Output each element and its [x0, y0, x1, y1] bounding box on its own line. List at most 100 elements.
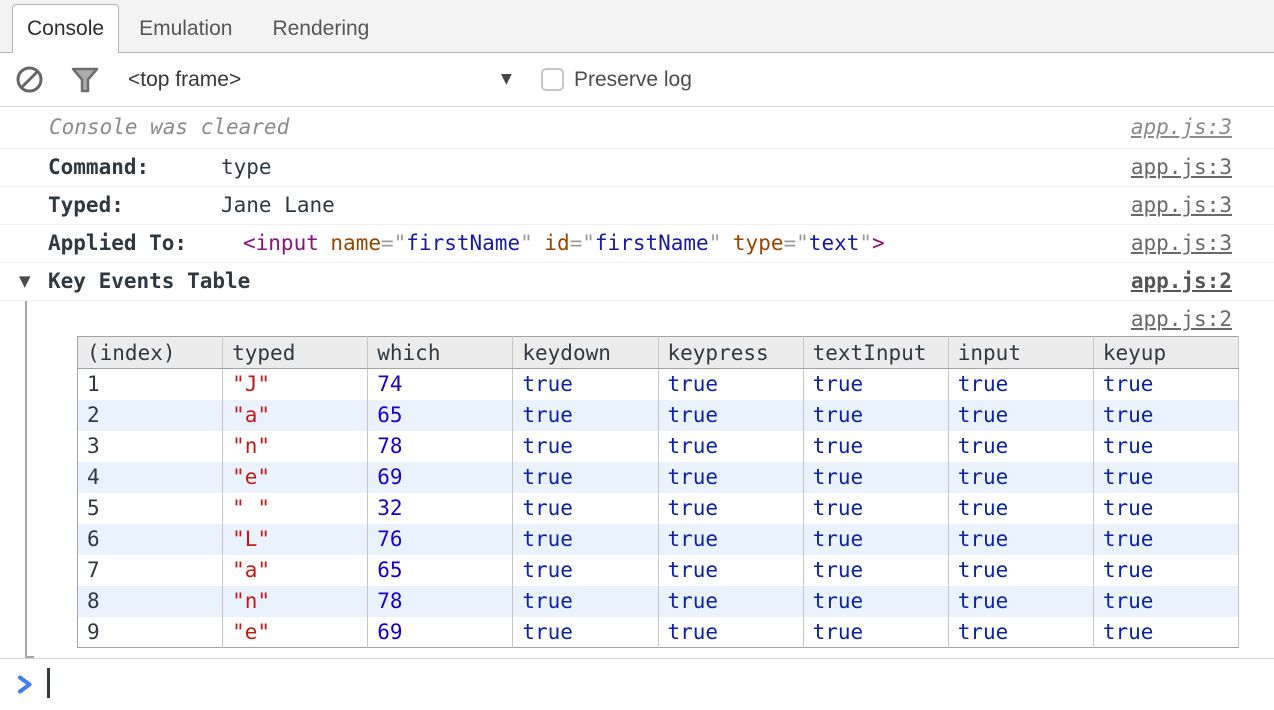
table-cell: "a": [223, 555, 368, 586]
table-cell: true: [803, 617, 948, 648]
table-cell: 32: [368, 493, 513, 524]
table-cell: true: [803, 524, 948, 555]
console-toolbar: <top frame> ▼ Preserve log: [0, 53, 1274, 107]
table-cell: true: [948, 493, 1093, 524]
source-link[interactable]: app.js:3: [1131, 187, 1232, 224]
element-attr-name: type: [733, 231, 784, 255]
table-cell: true: [803, 400, 948, 431]
table-row: 7"a"65truetruetruetruetrue: [78, 555, 1239, 586]
table-cell: true: [803, 431, 948, 462]
table-col-header[interactable]: textInput: [803, 337, 948, 369]
table-row: 8"n"78truetruetruetruetrue: [78, 586, 1239, 617]
console-message-cleared: Console was cleared app.js:3: [0, 107, 1274, 149]
element-quote-token: ": [709, 231, 722, 255]
prompt-chevron-icon: [17, 675, 33, 698]
disclosure-triangle-icon[interactable]: ▼: [19, 263, 31, 300]
cleared-text: Console was cleared: [49, 107, 289, 148]
table-cell: 7: [78, 555, 223, 586]
table-cell: "n": [223, 586, 368, 617]
table-cell: true: [948, 369, 1093, 400]
table-cell: true: [513, 586, 658, 617]
tab-console[interactable]: Console: [12, 4, 119, 53]
table-cell: 1: [78, 369, 223, 400]
console-group-header: ▼ Key Events Table app.js:2: [0, 263, 1274, 301]
source-link[interactable]: app.js:3: [1131, 107, 1232, 148]
table-cell: 78: [368, 586, 513, 617]
source-link[interactable]: app.js:2: [1131, 263, 1232, 300]
table-col-header[interactable]: input: [948, 337, 1093, 369]
table-cell: true: [803, 493, 948, 524]
table-cell: true: [513, 493, 658, 524]
element-equals-token: =: [381, 231, 394, 255]
devtools-tabbar: Console Emulation Rendering: [0, 0, 1274, 53]
table-col-header[interactable]: which: [368, 337, 513, 369]
element-quote-token: ": [520, 231, 533, 255]
element-quote-token: ": [582, 231, 595, 255]
table-cell: "e": [223, 617, 368, 648]
console-prompt-input[interactable]: [0, 659, 1274, 710]
table-cell: true: [658, 617, 803, 648]
frame-selector-dropdown[interactable]: <top frame> ▼: [0, 53, 520, 106]
table-cell: true: [948, 586, 1093, 617]
table-row: 5" "32truetruetruetruetrue: [78, 493, 1239, 524]
table-cell: true: [948, 524, 1093, 555]
table-cell: true: [1093, 431, 1238, 462]
table-cell: true: [1093, 462, 1238, 493]
element-attr-value: firstName: [406, 231, 520, 255]
table-row: 1"J"74truetruetruetruetrue: [78, 369, 1239, 400]
table-cell: true: [513, 555, 658, 586]
table-cell: 76: [368, 524, 513, 555]
console-message-command: Command: type app.js:3: [0, 149, 1274, 187]
preserve-log-checkbox[interactable]: [541, 68, 564, 91]
element-quote-token: ": [859, 231, 872, 255]
table-cell: "J": [223, 369, 368, 400]
table-cell: true: [658, 369, 803, 400]
source-link[interactable]: app.js:3: [1131, 225, 1232, 262]
applied-element-markup[interactable]: <inputname="firstName"id="firstName"type…: [243, 225, 885, 262]
table-cell: true: [513, 431, 658, 462]
table-col-header[interactable]: keypress: [658, 337, 803, 369]
console-message-applied-to: Applied To: <inputname="firstName"id="fi…: [0, 225, 1274, 263]
preserve-log-label[interactable]: Preserve log: [574, 53, 692, 106]
table-cell: true: [513, 369, 658, 400]
tab-rendering[interactable]: Rendering: [252, 5, 389, 52]
table-cell: 74: [368, 369, 513, 400]
group-indent-guide: [25, 301, 27, 658]
table-row: 2"a"65truetruetruetruetrue: [78, 400, 1239, 431]
table-cell: "L": [223, 524, 368, 555]
table-cell: true: [513, 400, 658, 431]
message-value: type: [221, 149, 272, 186]
table-cell: true: [1093, 400, 1238, 431]
table-cell: true: [1093, 617, 1238, 648]
table-row: 3"n"78truetruetruetruetrue: [78, 431, 1239, 462]
table-cell: 6: [78, 524, 223, 555]
table-cell: 78: [368, 431, 513, 462]
message-label: Typed:: [48, 187, 124, 224]
table-row: 9"e"69truetruetruetruetrue: [78, 617, 1239, 648]
message-label: Applied To:: [48, 225, 187, 262]
element-tag-token: >: [872, 231, 885, 255]
table-cell: 8: [78, 586, 223, 617]
table-cell: 69: [368, 617, 513, 648]
table-row: 4"e"69truetruetruetruetrue: [78, 462, 1239, 493]
element-equals-token: =: [783, 231, 796, 255]
table-cell: true: [948, 431, 1093, 462]
table-cell: true: [1093, 493, 1238, 524]
source-link[interactable]: app.js:3: [1131, 149, 1232, 186]
message-label: Command:: [48, 149, 149, 186]
table-col-header[interactable]: typed: [223, 337, 368, 369]
key-events-table: (index)typedwhichkeydownkeypresstextInpu…: [77, 336, 1239, 648]
group-title[interactable]: Key Events Table: [48, 263, 250, 300]
console-message-typed: Typed: Jane Lane app.js:3: [0, 187, 1274, 225]
table-cell: true: [658, 524, 803, 555]
table-cell: true: [658, 555, 803, 586]
chevron-down-icon: ▼: [501, 53, 512, 106]
table-col-header[interactable]: keydown: [513, 337, 658, 369]
source-link[interactable]: app.js:2: [1131, 306, 1232, 332]
tab-emulation[interactable]: Emulation: [119, 5, 252, 52]
table-cell: "a": [223, 400, 368, 431]
table-cell: true: [658, 462, 803, 493]
element-tag-token: <input: [243, 231, 319, 255]
table-col-header[interactable]: (index): [78, 337, 223, 369]
table-col-header[interactable]: keyup: [1093, 337, 1238, 369]
